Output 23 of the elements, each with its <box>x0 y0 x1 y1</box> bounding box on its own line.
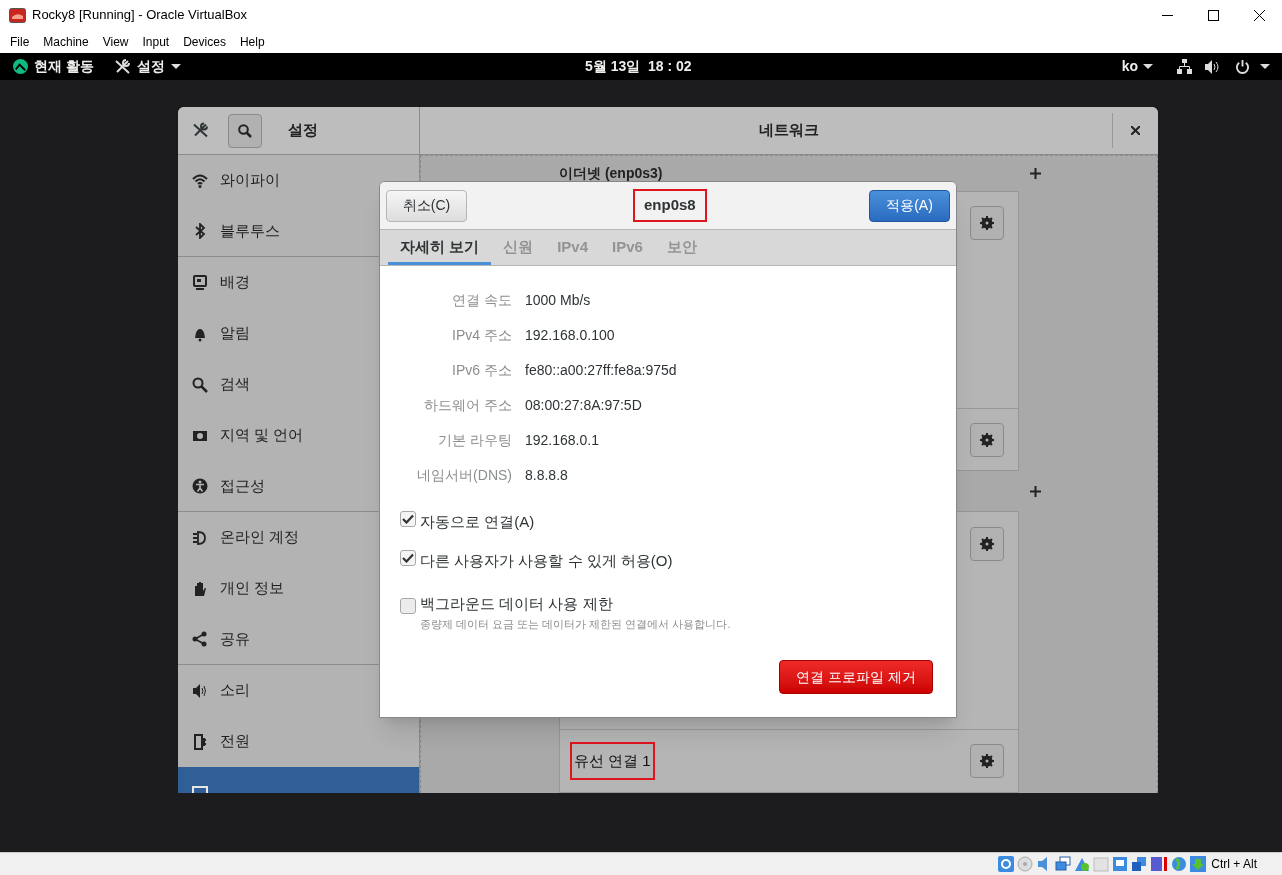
panel-title: 네트워크 <box>759 120 819 141</box>
option-description: 종량제 데이터 요금 또는 데이터가 제한된 연결에서 사용합니다. <box>420 616 731 632</box>
checkbox-label: 다른 사용자가 사용할 수 있게 허용(O) <box>420 551 673 571</box>
checkbox-label: 자동으로 연결(A) <box>420 512 535 532</box>
detail-label: 연결 속도 <box>451 291 512 310</box>
detail-value: 8.8.8.8 <box>525 466 569 485</box>
detail-label: IPv4 주소 <box>451 326 512 345</box>
host-key-label: Ctrl + Alt <box>1211 856 1257 873</box>
detail-value: 08:00:27:8A:97:5D <box>525 396 643 415</box>
detail-value: 192.168.0.1 <box>525 431 600 450</box>
window-title: Rocky8 [Running] - Oracle VirtualBox <box>32 6 248 25</box>
detail-label: IPv6 주소 <box>451 361 512 380</box>
dialog-title: enp0s8 <box>633 189 707 222</box>
detail-value: 1000 Mb/s <box>525 291 592 310</box>
connection-name: 유선 연결 1 <box>570 741 655 781</box>
detail-label: 하드웨어 주소 <box>423 396 512 415</box>
checkbox-label: 백그라운드 데이터 사용 제한 <box>420 594 614 614</box>
section-header: 이더넷 (enp0s3) <box>559 164 663 183</box>
settings-title: 설정 <box>288 120 318 141</box>
detail-value: fe80::a00:27ff:fe8a:975d <box>525 361 678 380</box>
detail-label: 기본 라우팅 <box>437 431 512 450</box>
detail-label: 네임서버(DNS) <box>416 466 512 485</box>
detail-value: 192.168.0.100 <box>525 326 616 345</box>
